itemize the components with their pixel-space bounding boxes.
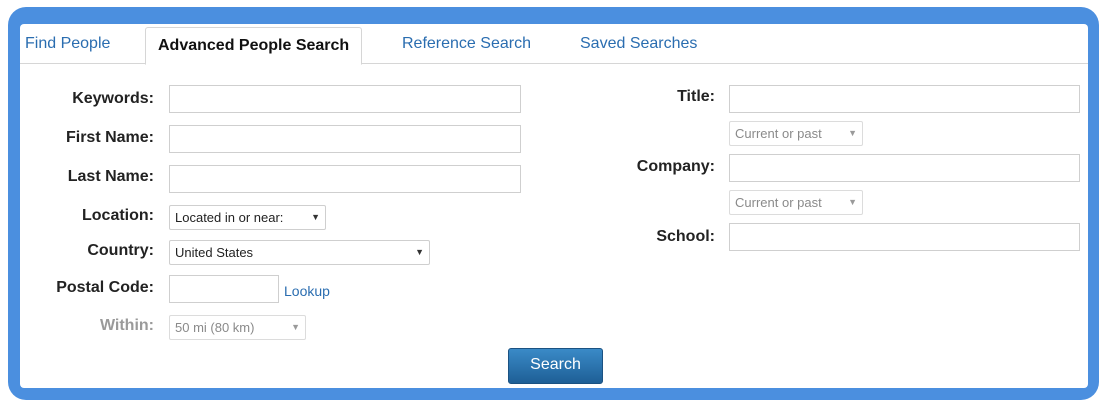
chevron-down-icon: ▼ [848,197,857,207]
postal-code-input[interactable] [169,275,279,303]
first-name-input[interactable] [169,125,521,153]
country-label: Country: [87,242,154,259]
within-label: Within: [99,317,154,334]
tab-reference-search[interactable]: Reference Search [402,24,531,63]
title-label: Title: [677,88,715,105]
within-select[interactable]: 50 mi (80 km) ▼ [169,315,306,340]
title-input[interactable] [729,85,1080,113]
company-scope-value: Current or past [735,195,822,210]
school-label: School: [656,228,715,245]
tab-find-people[interactable]: Find People [25,24,110,63]
lookup-link[interactable]: Lookup [284,283,330,299]
postal-code-label: Postal Code: [56,279,154,296]
chevron-down-icon: ▼ [415,247,424,257]
tab-bar: Find People Advanced People Search Refer… [20,24,1088,65]
advanced-search-panel: Find People Advanced People Search Refer… [20,24,1088,388]
tab-saved-searches[interactable]: Saved Searches [580,24,697,63]
last-name-label: Last Name: [67,168,154,185]
chevron-down-icon: ▼ [311,212,320,222]
country-select[interactable]: United States ▼ [169,240,430,265]
title-scope-select[interactable]: Current or past ▼ [729,121,863,146]
title-scope-value: Current or past [735,126,822,141]
keywords-input[interactable] [169,85,521,113]
last-name-input[interactable] [169,165,521,193]
location-select[interactable]: Located in or near: ▼ [169,205,326,230]
within-selected-value: 50 mi (80 km) [175,320,255,335]
chevron-down-icon: ▼ [291,322,300,332]
location-selected-value: Located in or near: [175,210,284,225]
company-input[interactable] [729,154,1080,182]
chevron-down-icon: ▼ [848,128,857,138]
location-label: Location: [82,207,154,224]
tab-advanced-people-search[interactable]: Advanced People Search [145,27,363,65]
country-selected-value: United States [175,245,254,260]
company-label: Company: [636,158,715,175]
school-input[interactable] [729,223,1080,251]
keywords-label: Keywords: [72,90,154,107]
company-scope-select[interactable]: Current or past ▼ [729,190,863,215]
search-button[interactable]: Search [508,348,603,384]
first-name-label: First Name: [65,129,154,146]
